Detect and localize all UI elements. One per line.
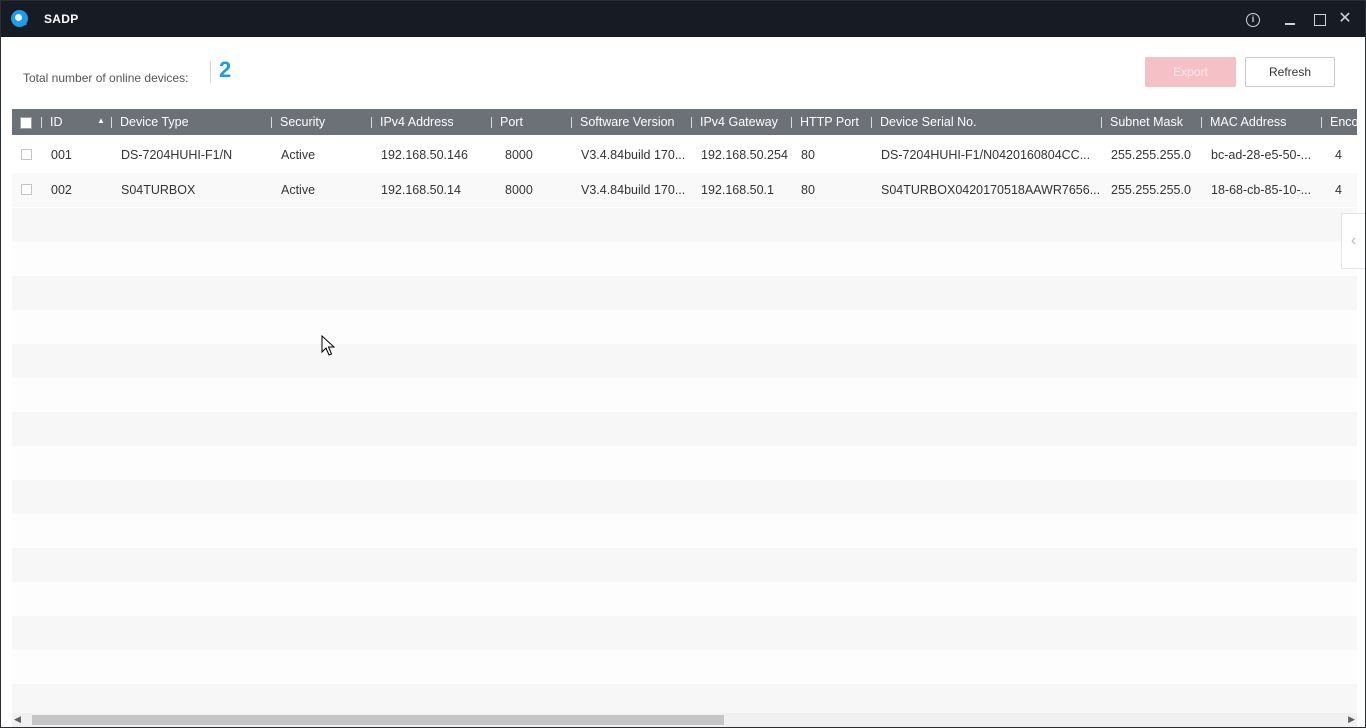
table-row[interactable]: 002 S04TURBOX Active 192.168.50.14 8000 … (12, 173, 1357, 207)
side-panel-toggle[interactable]: ‹ (1341, 213, 1365, 269)
column-header-http-port[interactable]: HTTP Port (800, 109, 859, 135)
cell-device-type: DS-7204HUHI-F1/N (121, 148, 233, 162)
empty-row (12, 378, 1357, 412)
cell-mac-address: bc-ad-28-e5-50-... (1211, 148, 1312, 162)
close-button[interactable]: ✕ (1335, 9, 1355, 29)
empty-row (12, 650, 1357, 684)
cell-http-port: 80 (801, 148, 815, 162)
empty-row (12, 446, 1357, 480)
empty-row (12, 276, 1357, 310)
online-devices-label: Total number of online devices: (23, 71, 189, 85)
cell-device-type: S04TURBOX (121, 183, 196, 197)
column-header-device-serial-no[interactable]: Device Serial No. (880, 109, 977, 135)
cell-subnet-mask: 255.255.255.0 (1111, 148, 1191, 162)
info-button[interactable]: i (1243, 9, 1263, 29)
empty-row (12, 480, 1357, 514)
column-header-encoding-channels[interactable]: Enco (1330, 109, 1357, 135)
cell-encoding-channels: 4 (1335, 183, 1342, 197)
empty-row (12, 684, 1357, 713)
column-header-device-type[interactable]: Device Type (120, 109, 189, 135)
chevron-left-icon: ‹ (1350, 232, 1357, 249)
cell-security: Active (281, 148, 316, 162)
column-header-mac-address[interactable]: MAC Address (1210, 109, 1286, 135)
horizontal-scrollbar[interactable]: ◀ ▶ (12, 713, 1357, 727)
cell-ipv4-address: 192.168.50.146 (381, 148, 468, 162)
mouse-pointer-icon (321, 335, 335, 356)
maximize-button[interactable] (1309, 9, 1329, 29)
column-header-security[interactable]: Security (280, 109, 325, 135)
column-divider (41, 117, 42, 128)
app-title: SADP (44, 12, 79, 26)
sadp-window: SADP i ✕ Total number of online devices:… (0, 0, 1366, 728)
title-bar[interactable]: SADP i ✕ (1, 1, 1365, 37)
column-divider[interactable] (371, 117, 372, 128)
select-all-checkbox[interactable] (20, 117, 32, 129)
summary-divider (210, 61, 211, 83)
column-divider[interactable] (491, 117, 492, 128)
empty-row (12, 208, 1357, 242)
row-checkbox[interactable] (21, 149, 32, 160)
export-button[interactable]: Export (1145, 57, 1236, 87)
empty-row (12, 582, 1357, 616)
column-divider[interactable] (111, 117, 112, 128)
sort-ascending-icon: ▲ (97, 116, 105, 125)
cell-ipv4-gateway: 192.168.50.254 (701, 148, 788, 162)
cell-id: 001 (51, 148, 72, 162)
empty-row (12, 344, 1357, 378)
column-header-id[interactable]: ID (50, 109, 63, 135)
column-header-subnet-mask[interactable]: Subnet Mask (1110, 109, 1183, 135)
cell-mac-address: 18-68-cb-85-10-... (1211, 183, 1312, 197)
row-checkbox[interactable] (21, 184, 32, 195)
empty-row (12, 242, 1357, 276)
cell-http-port: 80 (801, 183, 815, 197)
column-divider[interactable] (271, 117, 272, 128)
info-icon: i (1246, 12, 1260, 27)
cell-device-serial-no: DS-7204HUHI-F1/N0420160804CC... (881, 148, 1091, 162)
cell-port: 8000 (505, 183, 533, 197)
column-divider[interactable] (791, 117, 792, 128)
column-header-ipv4-address[interactable]: IPv4 Address (380, 109, 454, 135)
empty-row (12, 616, 1357, 650)
cell-encoding-channels: 4 (1335, 148, 1342, 162)
cell-id: 002 (51, 183, 72, 197)
cell-security: Active (281, 183, 316, 197)
scroll-left-arrow-icon[interactable]: ◀ (14, 714, 21, 725)
column-header-ipv4-gateway[interactable]: IPv4 Gateway (700, 109, 778, 135)
cell-ipv4-address: 192.168.50.14 (381, 183, 461, 197)
empty-row (12, 514, 1357, 548)
column-divider[interactable] (691, 117, 692, 128)
scrollbar-thumb[interactable] (32, 715, 724, 725)
empty-row (12, 412, 1357, 446)
column-divider[interactable] (1321, 117, 1322, 128)
sadp-logo-icon (11, 10, 28, 27)
device-table: ID ▲ Device Type Security IPv4 Address P… (12, 109, 1357, 713)
minimize-button[interactable] (1280, 9, 1300, 29)
cell-port: 8000 (505, 148, 533, 162)
column-divider[interactable] (571, 117, 572, 128)
cell-ipv4-gateway: 192.168.50.1 (701, 183, 774, 197)
refresh-button[interactable]: Refresh (1245, 57, 1335, 87)
cell-device-serial-no: S04TURBOX0420170518AAWR7656... (881, 183, 1101, 197)
column-divider[interactable] (1101, 117, 1102, 128)
table-header: ID ▲ Device Type Security IPv4 Address P… (12, 109, 1357, 135)
column-divider[interactable] (1201, 117, 1202, 128)
table-row[interactable]: 001 DS-7204HUHI-F1/N Active 192.168.50.1… (12, 138, 1357, 172)
empty-row (12, 310, 1357, 344)
empty-row (12, 548, 1357, 582)
scroll-right-arrow-icon[interactable]: ▶ (1348, 714, 1355, 725)
online-devices-count: 2 (219, 57, 232, 82)
column-header-software-version[interactable]: Software Version (580, 109, 675, 135)
cell-software-version: V3.4.84build 170... (581, 183, 686, 197)
cell-software-version: V3.4.84build 170... (581, 148, 686, 162)
column-divider[interactable] (871, 117, 872, 128)
cell-subnet-mask: 255.255.255.0 (1111, 183, 1191, 197)
column-header-port[interactable]: Port (500, 109, 523, 135)
